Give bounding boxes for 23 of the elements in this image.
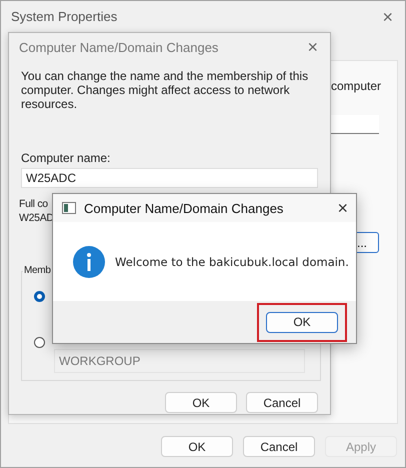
message-text: Welcome to the bakicubuk.local domain. bbox=[115, 254, 349, 268]
ok-button[interactable]: OK bbox=[266, 312, 338, 332]
description-text: computer bbox=[331, 79, 382, 93]
text-field[interactable] bbox=[331, 115, 379, 134]
message-box-title: Computer Name/Domain Changes bbox=[84, 200, 284, 216]
cancel-button[interactable]: Cancel bbox=[243, 436, 315, 457]
radio-button[interactable] bbox=[34, 290, 45, 302]
close-button[interactable]: × bbox=[374, 8, 401, 26]
membership-label: Memb bbox=[23, 265, 52, 276]
computer-name-field[interactable]: W25ADC bbox=[21, 168, 318, 188]
description-text: You can change the name and the membership of this computer. Changes might affect access to network resources. bbox=[21, 69, 310, 111]
close-button[interactable]: × bbox=[329, 199, 356, 217]
cancel-button[interactable]: Cancel bbox=[246, 392, 318, 413]
full-name-label: Full co bbox=[19, 197, 48, 211]
computer-name-label: Computer name: bbox=[21, 151, 110, 165]
window-icon bbox=[62, 202, 76, 214]
info-icon bbox=[73, 246, 105, 278]
close-button[interactable]: × bbox=[299, 38, 326, 56]
ok-button[interactable]: OK bbox=[165, 392, 237, 413]
dialog-title: Computer Name/Domain Changes bbox=[19, 40, 218, 54]
ok-button[interactable]: OK bbox=[161, 436, 233, 457]
window-title: System Properties bbox=[11, 9, 118, 24]
radio-button[interactable] bbox=[34, 336, 45, 348]
